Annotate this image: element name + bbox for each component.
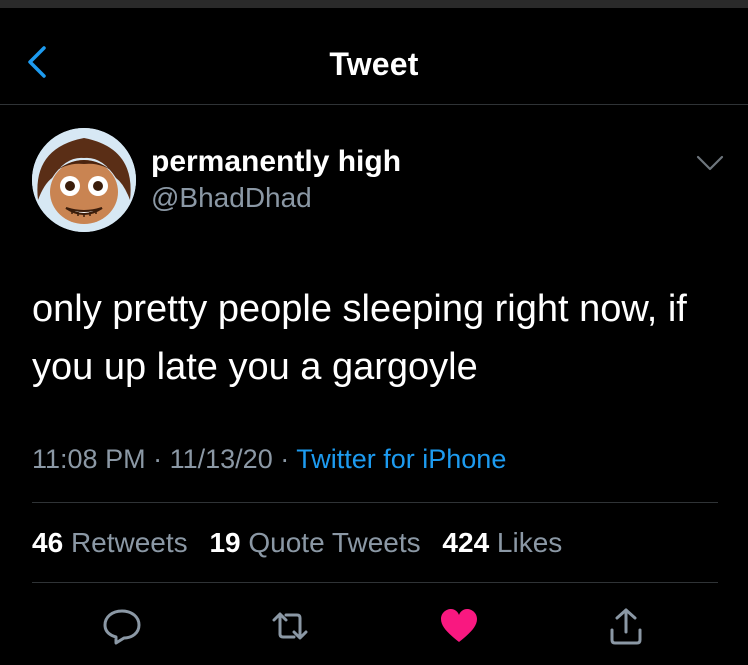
meta-separator: · xyxy=(280,444,290,474)
likes-count: 424 xyxy=(442,527,490,558)
share-button[interactable] xyxy=(606,606,646,646)
retweet-icon xyxy=(272,612,308,640)
like-button[interactable] xyxy=(439,606,479,646)
tweet-date: 11/13/20 xyxy=(169,444,273,474)
avatar-image xyxy=(32,128,136,232)
tweet-time: 11:08 PM xyxy=(32,444,146,474)
quote-tweets-label: Quote Tweets xyxy=(248,527,421,558)
reply-button[interactable] xyxy=(102,606,142,646)
tweet-source-link[interactable]: Twitter for iPhone xyxy=(296,444,506,474)
avatar[interactable] xyxy=(32,128,136,232)
heart-icon xyxy=(441,609,477,642)
tweet-meta: 11:08 PM · 11/13/20 · Twitter for iPhone xyxy=(32,444,506,475)
top-border xyxy=(0,0,748,8)
tweet-stats: 46 Retweets 19 Quote Tweets 424 Likes xyxy=(32,527,576,559)
quote-tweets-count: 19 xyxy=(209,527,241,558)
likes-label: Likes xyxy=(496,527,563,558)
divider xyxy=(32,502,718,503)
chevron-down-icon xyxy=(696,155,724,171)
display-name[interactable]: permanently high xyxy=(151,145,401,179)
share-icon xyxy=(610,608,642,645)
likes-stat[interactable]: 424 Likes xyxy=(442,527,562,558)
divider xyxy=(32,582,718,583)
quote-tweets-stat[interactable]: 19 Quote Tweets xyxy=(209,527,420,558)
user-handle[interactable]: @BhadDhad xyxy=(151,182,312,214)
retweets-count: 46 xyxy=(32,527,64,558)
more-options-button[interactable] xyxy=(690,148,730,178)
retweet-button[interactable] xyxy=(270,606,310,646)
header-bar: Tweet xyxy=(0,8,748,105)
reply-icon xyxy=(103,609,141,645)
tweet-text: only pretty people sleeping right now, i… xyxy=(32,288,687,388)
page-title: Tweet xyxy=(329,46,419,82)
retweets-label: Retweets xyxy=(70,527,188,558)
retweets-stat[interactable]: 46 Retweets xyxy=(32,527,188,558)
meta-separator: · xyxy=(153,444,163,474)
